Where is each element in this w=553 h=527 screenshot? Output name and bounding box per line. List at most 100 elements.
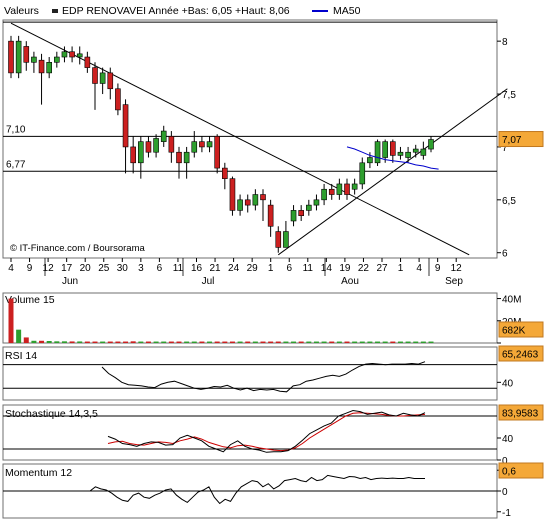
volume-bar bbox=[61, 341, 67, 343]
ma50-legend-label: MA50 bbox=[333, 5, 361, 17]
candle-body bbox=[313, 199, 320, 206]
x-tick-label: 30 bbox=[117, 263, 129, 274]
candle-body bbox=[267, 204, 274, 227]
x-tick-label: 24 bbox=[228, 263, 240, 274]
candle-body bbox=[306, 204, 312, 211]
x-tick-label: 21 bbox=[209, 263, 221, 274]
candle-body bbox=[61, 51, 68, 58]
candle-body bbox=[252, 194, 259, 206]
volume-bar bbox=[145, 341, 151, 343]
candle-body bbox=[260, 194, 266, 201]
x-tick-label: 16 bbox=[191, 263, 203, 274]
volume-bar bbox=[69, 341, 75, 343]
x-tick-label: 17 bbox=[61, 263, 73, 274]
volume-bar bbox=[199, 341, 205, 343]
reference-line-label: 6,77 bbox=[6, 159, 26, 170]
candle-body bbox=[168, 136, 175, 153]
volume-bar bbox=[214, 341, 220, 343]
candle-body bbox=[46, 62, 52, 74]
volume-bar bbox=[161, 341, 167, 343]
volume-bar bbox=[428, 341, 434, 343]
price-y-tick-label: 8 bbox=[502, 37, 508, 48]
candle-body bbox=[367, 157, 373, 164]
candle-body bbox=[153, 138, 159, 153]
volume-bar bbox=[115, 341, 121, 343]
volume-bar bbox=[84, 341, 90, 343]
volume-bar bbox=[237, 341, 243, 343]
candle-body bbox=[8, 40, 14, 74]
candle-body bbox=[290, 210, 297, 222]
volume-bar bbox=[39, 340, 45, 343]
candle-body bbox=[344, 183, 350, 195]
x-tick-label: 1 bbox=[268, 263, 274, 274]
watermark: © IT-Finance.com / Boursorama bbox=[10, 243, 145, 254]
volume-bar bbox=[275, 341, 281, 343]
volume-bar bbox=[191, 341, 197, 343]
x-tick-label: 6 bbox=[157, 263, 163, 274]
momentum-y-tick-label: -1 bbox=[502, 508, 511, 519]
stochastique-label: Stochastique 14,3,5 bbox=[5, 408, 98, 420]
volume-bar bbox=[344, 341, 350, 343]
stochastique-y-tick-label: 40 bbox=[502, 434, 514, 445]
volume-bar bbox=[390, 341, 396, 343]
candle-body bbox=[199, 141, 205, 148]
x-tick-label: 27 bbox=[376, 263, 388, 274]
x-tick-label: 22 bbox=[358, 263, 370, 274]
candle-body bbox=[69, 51, 75, 58]
volume-bar bbox=[413, 341, 419, 343]
candle-body bbox=[31, 56, 37, 63]
volume-bar bbox=[268, 341, 274, 343]
candle-body bbox=[107, 72, 114, 90]
volume-bar bbox=[397, 341, 403, 343]
candle bbox=[15, 35, 22, 79]
volume-bar bbox=[298, 341, 304, 343]
candle-body bbox=[405, 151, 411, 158]
candle-body bbox=[382, 141, 388, 158]
volume-bar bbox=[260, 341, 266, 343]
chart-title: EDP RENOVAVEI Année +Bas: 6,05 +Haut: 8,… bbox=[62, 5, 290, 17]
candle bbox=[229, 176, 236, 216]
volume-bar bbox=[138, 341, 144, 343]
x-month-label: Jun bbox=[62, 276, 78, 287]
candle-body bbox=[84, 56, 91, 68]
candle-body bbox=[99, 72, 106, 84]
candle-body bbox=[206, 141, 213, 148]
reference-line-label: 7,10 bbox=[6, 124, 26, 135]
stock-chart: Valeurs EDP RENOVAVEI Année +Bas: 6,05 +… bbox=[0, 0, 553, 522]
candle-body bbox=[428, 139, 434, 150]
valeurs-label: Valeurs bbox=[4, 5, 39, 17]
candle-body bbox=[397, 151, 404, 156]
x-tick-label: 1 bbox=[398, 263, 404, 274]
volume-bar bbox=[207, 341, 213, 343]
candle-body bbox=[351, 183, 358, 190]
price-y-tick-label: 6,5 bbox=[502, 196, 516, 207]
volume-bar bbox=[184, 341, 190, 343]
volume-bar bbox=[8, 298, 14, 343]
volume-bar bbox=[306, 341, 312, 343]
volume-y-tick-label: 40M bbox=[502, 295, 521, 306]
x-tick-label: 11 bbox=[173, 263, 184, 274]
volume-bar bbox=[31, 340, 37, 343]
candle-body bbox=[176, 151, 182, 164]
x-tick-label: 29 bbox=[247, 263, 259, 274]
volume-bar bbox=[352, 341, 358, 343]
volume-bar bbox=[77, 341, 83, 343]
volume-bar bbox=[313, 341, 319, 343]
candle-body bbox=[390, 141, 396, 156]
volume-bar bbox=[107, 341, 113, 343]
x-tick-label: 4 bbox=[8, 263, 14, 274]
price-legend-swatch bbox=[52, 9, 58, 13]
candle-body bbox=[275, 231, 282, 248]
volume-bar bbox=[321, 341, 327, 343]
volume-bar bbox=[23, 337, 29, 343]
candle bbox=[214, 134, 220, 174]
x-tick-label: 11 bbox=[303, 263, 314, 274]
volume-last-value: 682K bbox=[502, 326, 526, 337]
volume-bar bbox=[222, 341, 228, 343]
volume-bar bbox=[176, 341, 182, 343]
momentum-y-tick-label: 0 bbox=[502, 487, 508, 498]
price-last-value: 7,07 bbox=[502, 135, 522, 146]
candle-body bbox=[183, 151, 190, 164]
candle-body bbox=[222, 167, 228, 179]
x-tick-label: 9 bbox=[435, 263, 441, 274]
